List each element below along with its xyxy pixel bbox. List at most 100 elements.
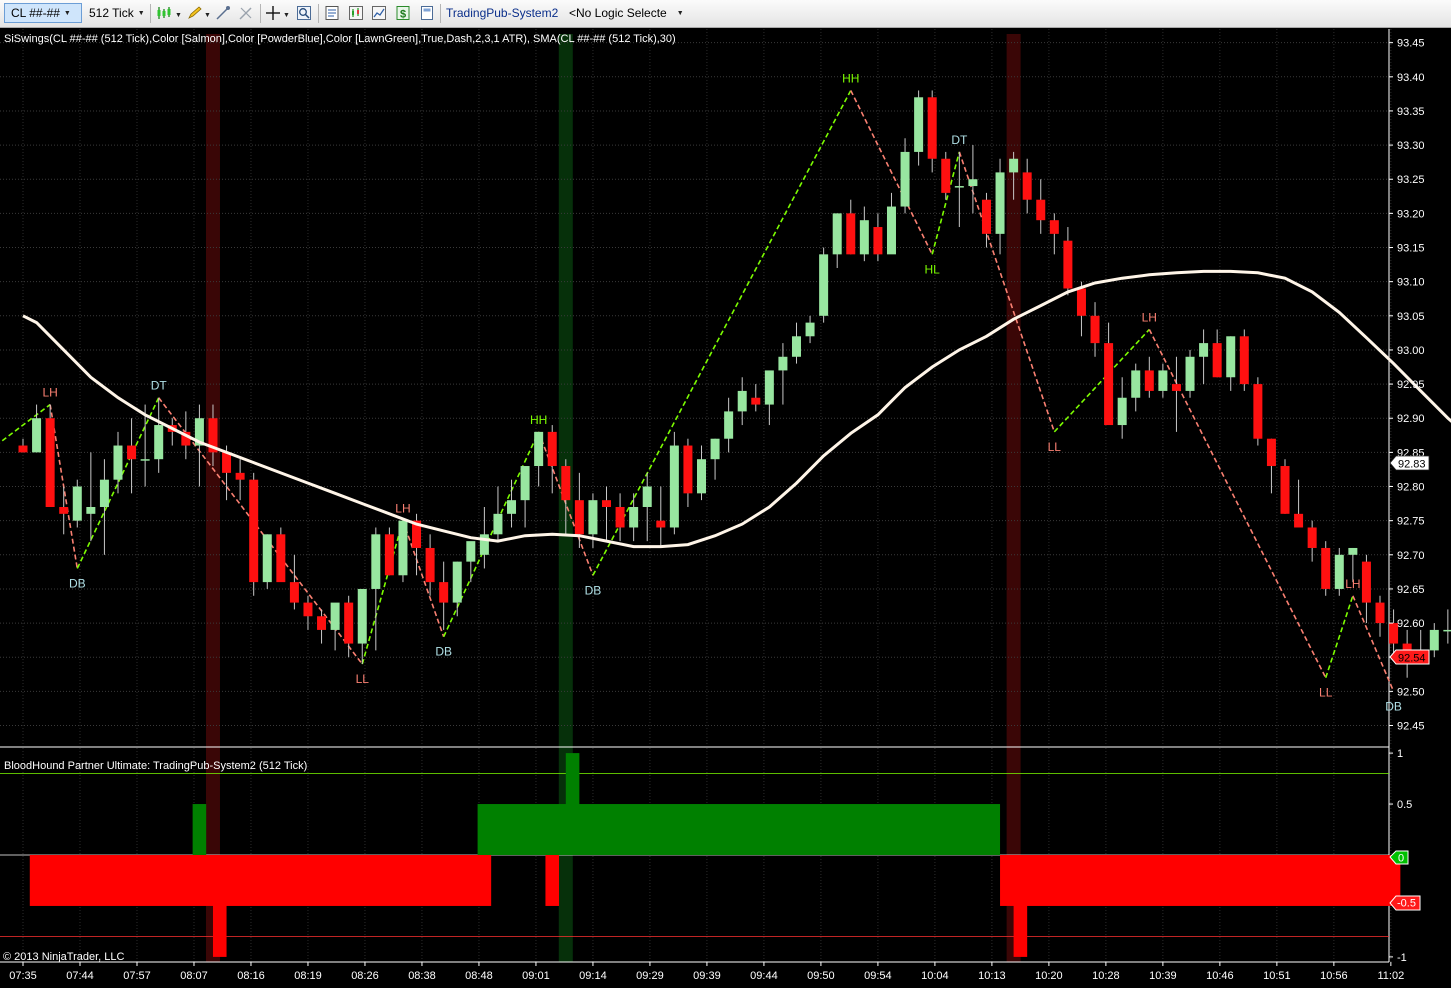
candle-body — [1171, 384, 1181, 391]
candle — [1117, 377, 1127, 439]
price-tick-label: 92.65 — [1397, 584, 1425, 596]
time-tick-label: 09:01 — [522, 970, 550, 982]
candle — [1212, 329, 1222, 378]
candle — [452, 561, 462, 617]
candle-body — [1321, 547, 1331, 589]
candle-body — [642, 486, 652, 507]
candle-body — [303, 602, 313, 617]
time-tick-label: 10:51 — [1263, 970, 1291, 982]
candle — [656, 486, 666, 548]
candle — [1226, 336, 1236, 391]
candle — [819, 247, 829, 323]
time-tick-label: 10:56 — [1320, 970, 1348, 982]
time-tick-label: 10:28 — [1092, 970, 1120, 982]
candle-body — [276, 534, 286, 583]
candle — [1253, 377, 1263, 446]
indicator-block — [1013, 855, 1028, 957]
candle — [764, 370, 774, 426]
candle — [493, 486, 503, 542]
candle — [425, 534, 435, 596]
indicator-zero-value: 0 — [1398, 853, 1404, 865]
swing-label: DB — [69, 576, 86, 590]
swing-label: DT — [151, 379, 168, 393]
indicator-value-marker: -0.5 — [1389, 895, 1421, 911]
candle-body — [439, 582, 449, 603]
candle-body — [1334, 554, 1344, 589]
candle-body — [1063, 240, 1073, 289]
candle-body — [113, 445, 123, 480]
candle — [1307, 520, 1317, 562]
indicator-panel-label: BloodHound Partner Ultimate: TradingPub-… — [4, 760, 307, 772]
candle — [1131, 363, 1141, 412]
price-tick-label: 93.05 — [1397, 311, 1425, 323]
candle-body — [737, 390, 747, 412]
time-tick-label: 07:35 — [9, 970, 37, 982]
candle — [859, 206, 869, 262]
swing-label: LH — [1345, 577, 1360, 591]
candle-body — [791, 336, 801, 357]
chart-canvas[interactable]: LH DB DT LL LH DB HH DB HH HL DT LL LH LL LH DB 93.45 93… — [0, 0, 1451, 988]
candle — [72, 479, 82, 528]
copyright-text: © 2013 NinjaTrader, LLC — [3, 951, 124, 963]
candle-body — [724, 411, 734, 439]
candle-body — [507, 500, 517, 514]
candle-body — [900, 151, 910, 207]
time-tick-label: 10:20 — [1035, 970, 1063, 982]
candle-body — [18, 445, 28, 453]
candle — [439, 561, 449, 630]
time-tick-label: 08:38 — [408, 970, 436, 982]
candle — [330, 602, 340, 651]
candle-body — [968, 179, 978, 187]
swing-label: LL — [356, 672, 370, 686]
candle-body — [1253, 384, 1263, 439]
price-tick-label: 93.25 — [1397, 174, 1425, 186]
candle — [466, 541, 476, 583]
price-tick-label: 92.90 — [1397, 413, 1425, 425]
candle — [927, 90, 937, 173]
indicator-block — [212, 855, 227, 957]
price-tick-label: 92.95 — [1397, 379, 1425, 391]
price-tick-label: 92.75 — [1397, 516, 1425, 528]
candle — [1104, 322, 1114, 426]
candle-body — [1266, 438, 1276, 467]
candle-body — [859, 220, 869, 255]
time-tick-label: 09:54 — [864, 970, 892, 982]
swing-label: LL — [1319, 686, 1333, 700]
candle-body — [1280, 466, 1290, 514]
candle-body — [330, 602, 340, 630]
candle-body — [602, 500, 612, 507]
swing-line-down — [402, 520, 445, 638]
indicator-block — [29, 855, 492, 906]
candle-body — [45, 418, 55, 507]
swing-label: HH — [530, 413, 547, 427]
candle — [371, 527, 381, 651]
candle — [968, 145, 978, 214]
candle-body — [914, 97, 924, 152]
candle-body — [819, 254, 829, 316]
swing-line-up — [361, 520, 404, 665]
candle-body — [927, 97, 937, 159]
candle-body — [1348, 547, 1358, 555]
time-tick-label: 09:44 — [750, 970, 778, 982]
candle — [1443, 609, 1451, 644]
time-tick-label: 11:02 — [1377, 970, 1404, 982]
candle — [194, 404, 204, 487]
candle-body — [1239, 336, 1249, 385]
candle-body — [289, 582, 299, 603]
candle-body — [588, 500, 598, 535]
candle-body — [832, 213, 842, 255]
time-tick-label: 10:46 — [1206, 970, 1234, 982]
time-tick-label: 09:14 — [579, 970, 607, 982]
candle — [262, 534, 272, 589]
candle — [1294, 479, 1304, 528]
candle-body — [1375, 602, 1385, 624]
price-tick-label: 92.50 — [1397, 686, 1425, 698]
price-tick-label: 93.20 — [1397, 208, 1425, 220]
candle — [99, 459, 109, 555]
candle-body — [1361, 561, 1371, 603]
candle-body — [235, 472, 245, 480]
candle-body — [995, 172, 1005, 234]
time-tick-label: 08:48 — [465, 970, 493, 982]
candle — [249, 472, 259, 596]
time-tick-label: 10:04 — [921, 970, 949, 982]
